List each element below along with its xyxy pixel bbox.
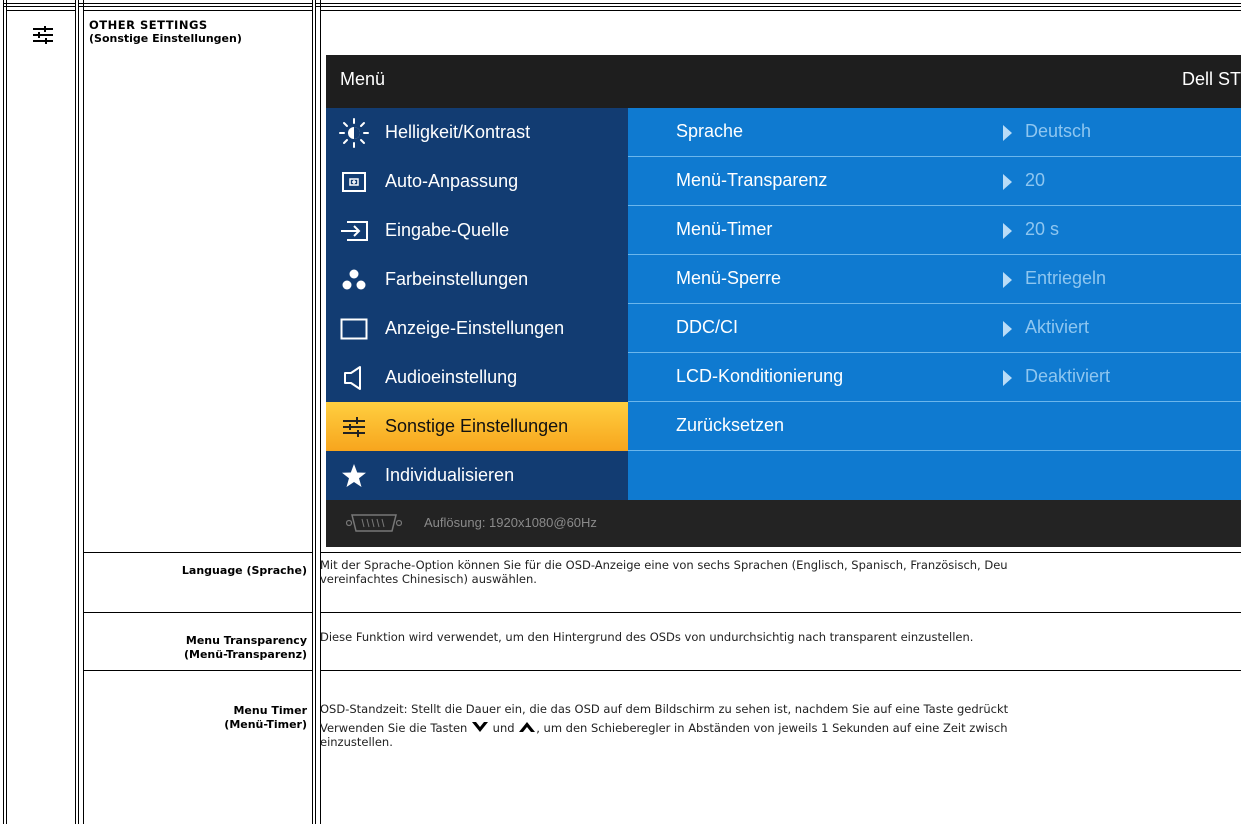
row-desc-menu-timer: OSD-Standzeit: Stellt die Dauer ein, die… bbox=[320, 702, 1240, 749]
osd-menu-label: Helligkeit/Kontrast bbox=[385, 122, 531, 142]
display-rect-icon bbox=[334, 318, 374, 340]
star-icon bbox=[334, 463, 374, 489]
osd-menu-label: Audioeinstellung bbox=[385, 367, 518, 387]
row-label-line: (Menü-Timer) bbox=[224, 718, 307, 731]
osd-menu-item-brightness[interactable]: Helligkeit/Kontrast bbox=[326, 108, 628, 157]
play-arrow-icon bbox=[1003, 272, 1012, 288]
section-icon bbox=[32, 26, 54, 48]
row-desc-line: Diese Funktion wird verwendet, um den Hi… bbox=[320, 630, 974, 644]
row-label-menu-transparency: Menu Transparency (Menü-Transparenz) bbox=[84, 634, 307, 662]
osd-option-empty bbox=[628, 451, 1241, 500]
row-desc-line: Verwenden Sie die Tasten und , um den Sc… bbox=[320, 720, 1240, 735]
auto-adjust-icon bbox=[334, 171, 374, 193]
color-dots-icon bbox=[334, 268, 374, 292]
brightness-icon bbox=[334, 117, 374, 148]
section-subtitle: (Sonstige Einstellungen) bbox=[89, 32, 242, 45]
osd-option-lcd-conditioning[interactable]: LCD-Konditionierung Deaktiviert bbox=[628, 353, 1241, 402]
row-desc-language: Mit der Sprache-Option können Sie für di… bbox=[320, 558, 1240, 586]
vga-connector-icon bbox=[346, 514, 402, 532]
row-label-line: Language (Sprache) bbox=[181, 564, 307, 577]
osd-option-menu-lock[interactable]: Menü-Sperre Entriegeln bbox=[628, 255, 1241, 304]
osd-option-name: Menü-Timer bbox=[676, 219, 773, 239]
osd-menu-item-input-source[interactable]: Eingabe-Quelle bbox=[326, 206, 628, 255]
osd-option-menu-timer[interactable]: Menü-Timer 20 s bbox=[628, 206, 1241, 255]
row-desc-line: Mit der Sprache-Option können Sie für di… bbox=[320, 558, 1008, 572]
osd-option-language[interactable]: Sprache Deutsch bbox=[628, 108, 1241, 157]
osd-option-value: Entriegeln bbox=[1025, 268, 1107, 288]
speaker-icon bbox=[334, 365, 374, 391]
osd-menu-label: Individualisieren bbox=[385, 465, 515, 485]
osd-menu-item-auto-adjust[interactable]: Auto-Anpassung bbox=[326, 157, 628, 206]
osd-option-name: Menü-Sperre bbox=[676, 268, 782, 288]
row-desc-text: , um den Schieberegler in Abständen von … bbox=[536, 721, 1008, 735]
sliders-icon bbox=[33, 26, 53, 44]
osd-option-name: DDC/CI bbox=[676, 317, 738, 337]
osd-menu-item-color[interactable]: Farbeinstellungen bbox=[326, 255, 628, 304]
osd-option-menu-transparency[interactable]: Menü-Transparenz 20 bbox=[628, 157, 1241, 206]
osd-menu-panel: Helligkeit/Kontrast Auto-Anpassung Einga… bbox=[326, 108, 628, 500]
osd-option-value: Deaktiviert bbox=[1025, 366, 1111, 386]
play-arrow-icon bbox=[1003, 321, 1012, 337]
osd-option-ddc-ci[interactable]: DDC/CI Aktiviert bbox=[628, 304, 1241, 353]
osd-option-reset[interactable]: Zurücksetzen bbox=[628, 402, 1241, 451]
play-arrow-icon bbox=[1003, 125, 1012, 141]
osd-option-value: 20 s bbox=[1025, 219, 1060, 239]
osd-option-name: Sprache bbox=[676, 121, 744, 141]
sliders-icon bbox=[334, 416, 374, 437]
input-source-icon bbox=[334, 220, 374, 242]
row-label-language: Language (Sprache) bbox=[84, 564, 307, 578]
osd-option-name: Zurücksetzen bbox=[676, 415, 785, 435]
section-title: OTHER SETTINGS bbox=[89, 18, 208, 32]
osd-options-panel: Sprache Deutsch Menü-Transparenz 20 Menü… bbox=[628, 108, 1241, 500]
osd-option-value: Deutsch bbox=[1025, 121, 1092, 141]
osd-footer: Auflösung: 1920x1080@60Hz bbox=[326, 500, 1241, 547]
chevron-up-icon bbox=[519, 722, 536, 732]
play-arrow-icon bbox=[1003, 370, 1012, 386]
osd-menu-label: Auto-Anpassung bbox=[385, 171, 519, 191]
section-heading: OTHER SETTINGS (Sonstige Einstellungen) bbox=[89, 18, 304, 45]
osd-option-name: LCD-Konditionierung bbox=[676, 366, 844, 386]
osd-header-model: Dell ST bbox=[1181, 69, 1241, 89]
row-label-menu-timer: Menu Timer (Menü-Timer) bbox=[84, 704, 307, 732]
chevron-down-icon bbox=[472, 722, 489, 732]
play-arrow-icon bbox=[1003, 223, 1012, 239]
row-label-line: Menu Timer bbox=[233, 704, 307, 717]
osd-header-title: Menü bbox=[340, 69, 386, 89]
row-label-line: (Menü-Transparenz) bbox=[183, 648, 307, 661]
osd-resolution-text: Auflösung: 1920x1080@60Hz bbox=[424, 515, 597, 530]
row-desc-line: OSD-Standzeit: Stellt die Dauer ein, die… bbox=[320, 702, 1009, 716]
osd-option-name: Menü-Transparenz bbox=[676, 170, 828, 190]
osd-option-value: 20 bbox=[1025, 170, 1046, 190]
osd-menu-item-display[interactable]: Anzeige-Einstellungen bbox=[326, 304, 628, 353]
osd-menu-item-personalize[interactable]: Individualisieren bbox=[326, 451, 628, 500]
osd-menu-label: Anzeige-Einstellungen bbox=[385, 318, 565, 338]
osd-screenshot: Menü Dell ST Helligkeit/Kontrast Auto-An… bbox=[326, 55, 1241, 547]
row-desc-text: Verwenden Sie die Tasten bbox=[320, 721, 468, 735]
row-desc-line: vereinfachtes Chinesisch) auswählen. bbox=[320, 572, 537, 586]
osd-header: Menü Dell ST bbox=[326, 55, 1241, 108]
row-label-line: Menu Transparency bbox=[185, 634, 307, 647]
row-desc-menu-transparency: Diese Funktion wird verwendet, um den Hi… bbox=[320, 630, 1240, 644]
osd-option-value: Aktiviert bbox=[1025, 317, 1090, 337]
osd-menu-label: Sonstige Einstellungen bbox=[385, 416, 569, 436]
row-desc-text: und bbox=[492, 721, 515, 735]
osd-menu-item-other-settings[interactable]: Sonstige Einstellungen bbox=[326, 402, 628, 451]
osd-menu-label: Farbeinstellungen bbox=[385, 269, 529, 289]
play-arrow-icon bbox=[1003, 174, 1012, 190]
osd-menu-item-audio[interactable]: Audioeinstellung bbox=[326, 353, 628, 402]
osd-menu-label: Eingabe-Quelle bbox=[385, 220, 510, 240]
row-desc-line: einzustellen. bbox=[320, 735, 393, 749]
